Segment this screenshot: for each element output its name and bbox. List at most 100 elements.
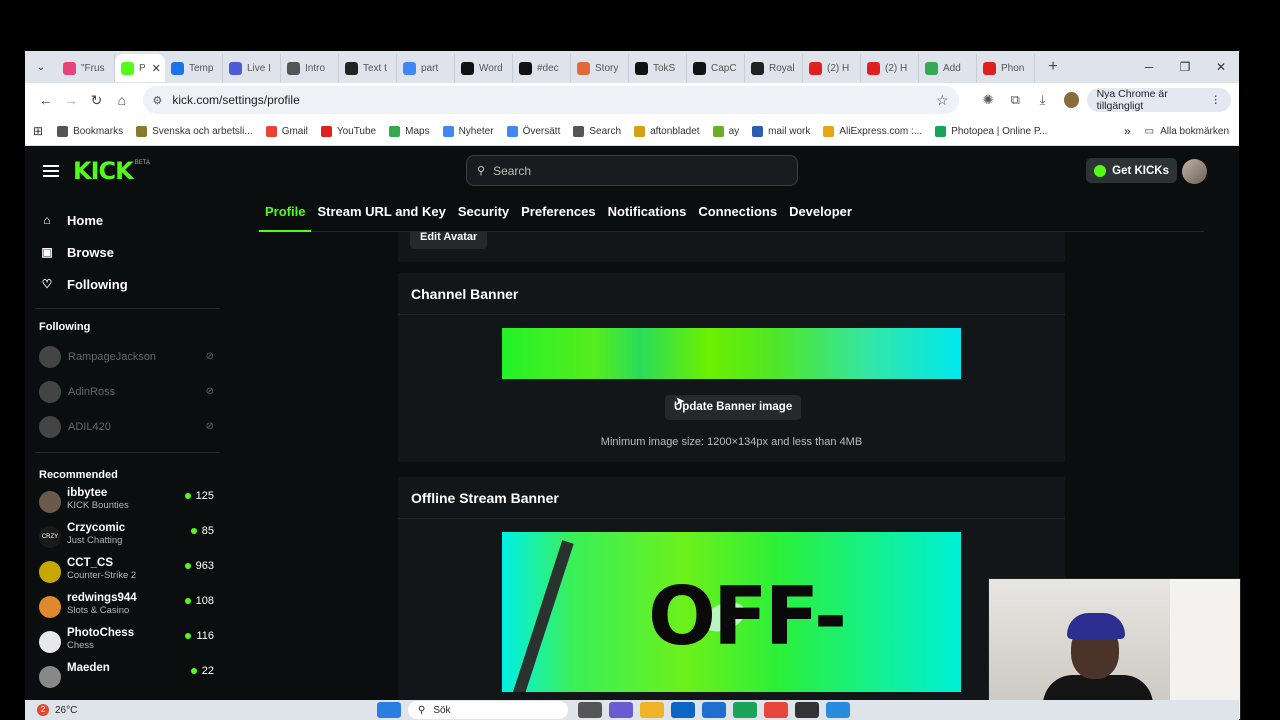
tab-label: P <box>139 62 146 74</box>
browser-tab[interactable]: Royal <box>745 54 803 82</box>
puzzle-icon[interactable]: ⧉ <box>1002 92 1029 108</box>
bookmark-item[interactable]: Gmail <box>265 125 308 137</box>
forward-icon[interactable]: → <box>58 92 83 108</box>
tab-favicon-icon <box>577 61 590 75</box>
home-button-icon[interactable]: ⌂ <box>109 92 134 108</box>
more-bookmarks-icon[interactable]: » <box>1124 124 1131 138</box>
settings-tab-connections[interactable]: Connections <box>692 196 783 232</box>
explorer-icon[interactable] <box>640 702 664 718</box>
browser-tab[interactable]: TokS <box>629 54 687 82</box>
browser-tab[interactable]: part <box>397 54 455 82</box>
taskbar-search[interactable]: ⚲ Sök <box>408 701 568 719</box>
browser-tab[interactable]: #dec <box>513 54 571 82</box>
weather-widget[interactable]: 2 26°C <box>37 704 377 716</box>
tab-search-icon[interactable]: ⌄ <box>31 57 51 77</box>
search-input[interactable]: ⚲ Search <box>466 155 798 186</box>
all-bookmarks[interactable]: ▭ Alla bokmärken <box>1145 126 1229 137</box>
settings-tab-security[interactable]: Security <box>452 196 515 232</box>
bookmark-favicon-icon <box>389 125 401 137</box>
address-bar-row: ← → ↻ ⌂ ⚙ kick.com/settings/profile ☆ ✺ … <box>25 83 1239 117</box>
bookmark-list: Bookmarks Svenska och arbetsli... Gmail You… <box>57 125 1060 137</box>
tab-label: part <box>421 62 439 74</box>
teams-icon[interactable] <box>609 702 633 718</box>
bookmark-favicon-icon <box>320 125 332 137</box>
start-icon[interactable] <box>377 702 401 718</box>
bookmark-item[interactable]: aftonbladet <box>634 125 700 137</box>
settings-tab-preferences[interactable]: Preferences <box>515 196 601 232</box>
get-kicks-button[interactable]: Get KICKs <box>1086 158 1177 183</box>
profile-avatar[interactable] <box>1064 92 1079 108</box>
reload-icon[interactable]: ↻ <box>84 92 109 109</box>
bookmark-item[interactable]: Maps <box>389 125 430 137</box>
kicks-coin-icon <box>1094 164 1107 177</box>
back-icon[interactable]: ← <box>33 92 58 108</box>
browser-tab[interactable]: (2) H <box>803 54 861 82</box>
bookmark-item[interactable]: Bookmarks <box>57 125 123 137</box>
bookmark-item[interactable]: Svenska och arbetsli... <box>136 125 253 137</box>
channel-banner-card: Channel Banner Update Banner image Minim… <box>398 273 1065 462</box>
notification-badge: 2 <box>37 704 49 716</box>
menu-dots-icon[interactable]: ⋮ <box>1211 94 1222 106</box>
app-icon[interactable] <box>795 702 819 718</box>
restore-icon[interactable]: ❐ <box>1167 51 1203 83</box>
task-view-icon[interactable] <box>578 702 602 718</box>
browser-tab[interactable]: Phon <box>977 54 1035 82</box>
browser-tab[interactable]: Intro <box>281 54 339 82</box>
hamburger-menu-icon[interactable] <box>43 165 59 177</box>
browser-tab[interactable]: Temp <box>165 54 223 82</box>
minimize-icon[interactable]: ─ <box>1131 51 1167 83</box>
browser-tab[interactable]: Story <box>571 54 629 82</box>
close-window-icon[interactable]: ✕ <box>1203 51 1239 83</box>
settings-tab-developer[interactable]: Developer <box>783 196 858 232</box>
new-tab-button[interactable]: + <box>1041 58 1065 76</box>
lamp-post-art <box>509 540 574 692</box>
url-text: kick.com/settings/profile <box>172 93 300 107</box>
bookmark-item[interactable]: Photopea | Online P... <box>935 125 1048 137</box>
outlook-icon[interactable] <box>671 702 695 718</box>
store-icon[interactable] <box>702 702 726 718</box>
bookmark-item[interactable]: AliExpress.com :... <box>823 125 922 137</box>
update-banner-button[interactable]: Update Banner image <box>665 395 802 420</box>
bookmark-item[interactable]: Översätt <box>506 125 560 137</box>
settings-tab-stream-url-and-key[interactable]: Stream URL and Key <box>311 196 451 232</box>
bookmark-item[interactable]: YouTube <box>320 125 376 137</box>
site-info-icon[interactable]: ⚙ <box>153 94 163 107</box>
user-avatar[interactable] <box>1182 159 1207 184</box>
extension-icon[interactable]: ✺ <box>975 92 1002 108</box>
app2-icon[interactable] <box>826 702 850 718</box>
edge-icon[interactable] <box>733 702 757 718</box>
kick-logo[interactable]: KICK <box>73 157 134 185</box>
browser-tab[interactable]: Text t <box>339 54 397 82</box>
bookmark-item[interactable]: mail work <box>752 125 810 137</box>
bookmark-favicon-icon <box>57 125 69 137</box>
bookmark-item[interactable]: Search <box>573 125 621 137</box>
tab-label: (2) H <box>885 62 908 74</box>
settings-tab-profile[interactable]: Profile <box>259 196 312 232</box>
bookmark-star-icon[interactable]: ☆ <box>936 92 949 109</box>
browser-tab[interactable]: (2) H <box>861 54 919 82</box>
omnibox[interactable]: ⚙ kick.com/settings/profile ☆ <box>142 86 959 114</box>
settings-tab-notifications[interactable]: Notifications <box>602 196 693 232</box>
apps-icon[interactable]: ⊞ <box>33 124 43 138</box>
channel-banner-image <box>502 328 961 379</box>
bookmark-favicon-icon <box>442 125 454 137</box>
download-icon[interactable]: ⤓ <box>1029 92 1056 108</box>
bookmark-label: aftonbladet <box>650 125 700 137</box>
chrome-update-button[interactable]: Nya Chrome är tillgängligt ⋮ <box>1086 88 1231 112</box>
offline-banner-title: Offline Stream Banner <box>398 477 1065 519</box>
bookmark-item[interactable]: Nyheter <box>442 125 494 137</box>
close-tab-icon[interactable]: ✕ <box>152 62 161 75</box>
chrome-icon[interactable] <box>764 702 788 718</box>
browser-tab[interactable]: Add <box>919 54 977 82</box>
browser-tab[interactable]: Live I <box>223 54 281 82</box>
bookmark-favicon-icon <box>935 125 947 137</box>
browser-tab[interactable]: CapC <box>687 54 745 82</box>
webcam-background <box>1170 579 1240 719</box>
bookmark-item[interactable]: ay <box>712 125 739 137</box>
browser-tab[interactable]: Word <box>455 54 513 82</box>
browser-tab[interactable]: P ✕ <box>115 54 165 82</box>
browser-tab[interactable]: "Frus <box>57 54 115 82</box>
beta-badge: BETA <box>134 160 150 166</box>
edit-avatar-button[interactable]: Edit Avatar <box>410 232 488 249</box>
tab-favicon-icon <box>519 61 532 75</box>
